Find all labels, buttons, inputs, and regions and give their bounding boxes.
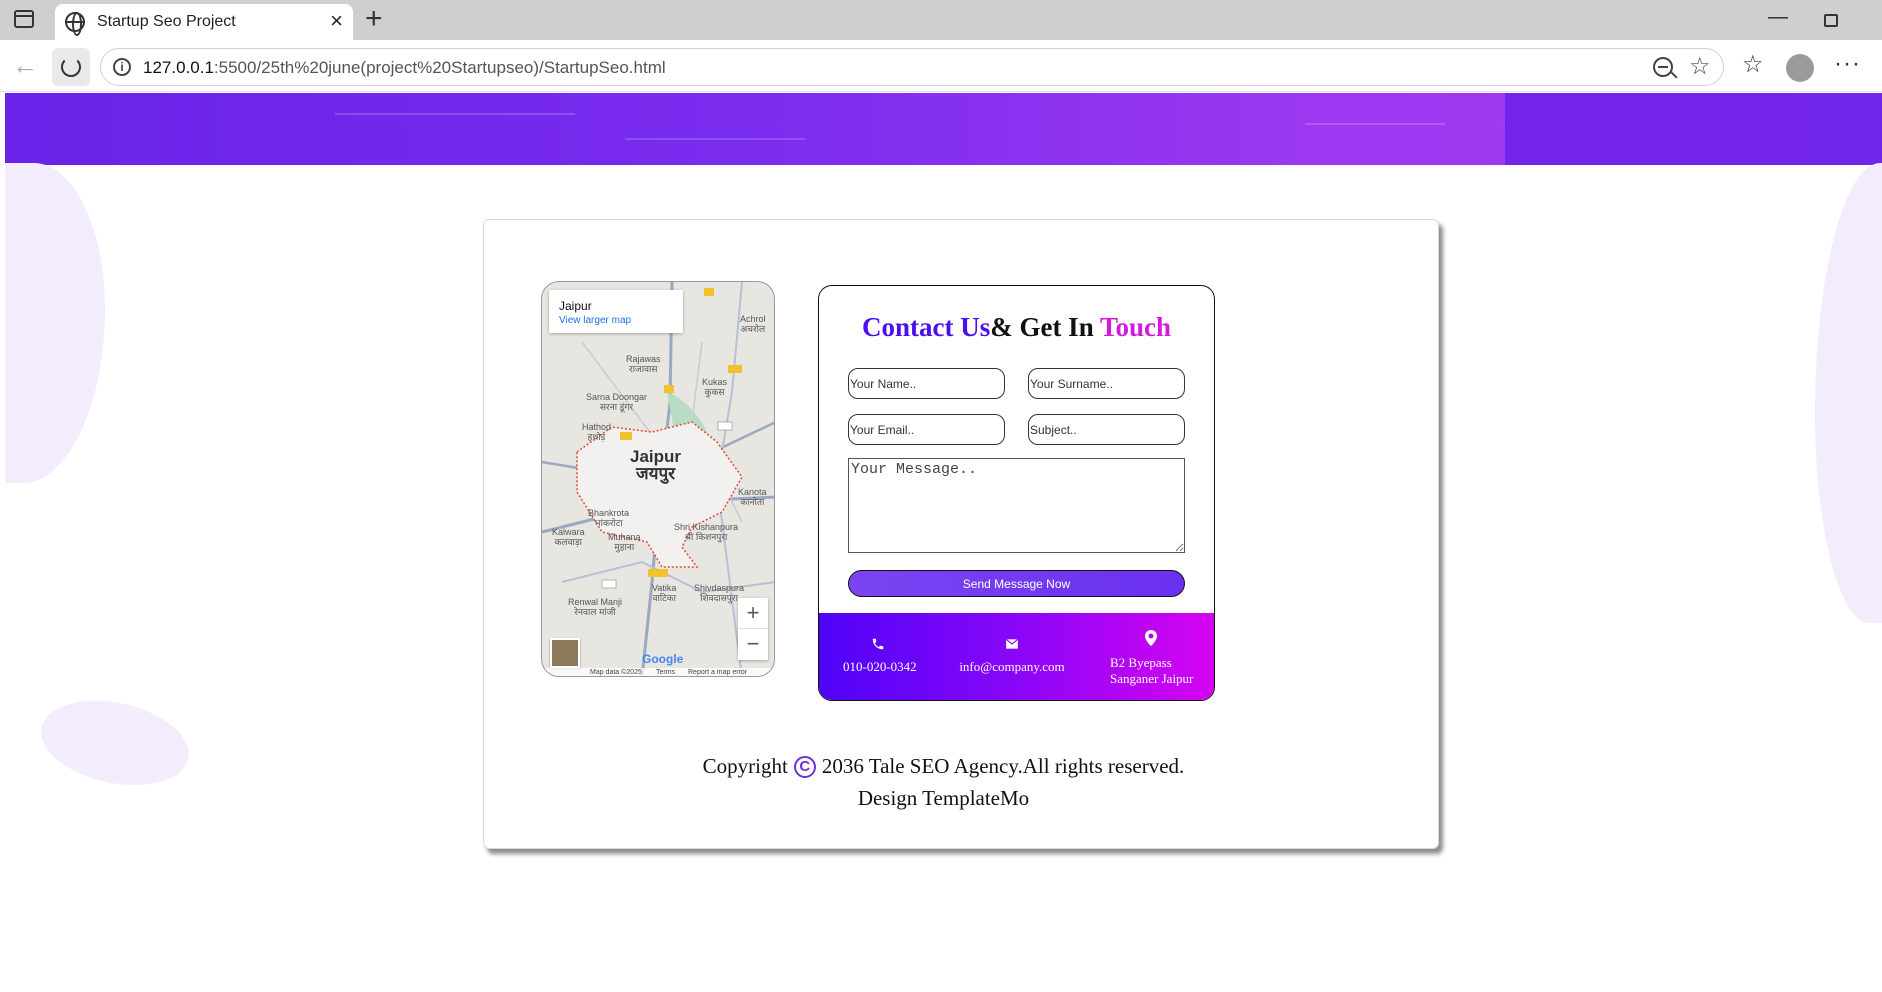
- copyright-icon: C: [793, 756, 816, 778]
- map-place-label: Shri Kishanpura श्री किशनपुरा: [674, 522, 739, 542]
- map-place-label: Achrol अचरोल: [740, 314, 766, 334]
- address-info: B2 Byepass Sanganer Jaipur: [1107, 613, 1195, 687]
- url-text: 127.0.0.1:5500/25th%20june(project%20Sta…: [143, 58, 666, 78]
- contact-form: Contact Us& Get In Touch Send Message No…: [818, 285, 1215, 701]
- globe-icon: [65, 12, 85, 36]
- embedded-map[interactable]: Rajawas राजावास Achrol अचरोल Kukas कुकस Sar…: [541, 281, 775, 677]
- map-place-label: Hathod हथोड़: [582, 422, 612, 442]
- copyright-line: Copyright C 2036 Tale SEO Agency.All right…: [5, 754, 1882, 779]
- map-data-text: Map data ©2025: [590, 669, 642, 676]
- design-credit: Design TemplateMo: [857, 786, 1030, 810]
- url-field[interactable]: i 127.0.0.1:5500/25th%20june(project%20S…: [100, 48, 1724, 86]
- email-input[interactable]: [848, 414, 1005, 445]
- message-textarea[interactable]: [848, 458, 1185, 553]
- favorites-icon[interactable]: ☆: [1742, 50, 1764, 79]
- address-line-2: Sanganer Jaipur: [1110, 671, 1194, 686]
- tab-close-icon[interactable]: ×: [330, 9, 343, 33]
- hero-banner: [5, 93, 1882, 165]
- contact-info-bar: 010-020-0342 info@company.com B2 Byepass…: [819, 613, 1214, 700]
- background-blob: [33, 688, 197, 798]
- address-line-1: B2 Byepass: [1110, 655, 1172, 670]
- contact-title: Contact Us& Get In Touch: [819, 312, 1214, 343]
- phone-icon: [872, 638, 884, 650]
- hero-decoration: [335, 113, 575, 115]
- google-logo: Google: [642, 652, 684, 666]
- reload-icon: [61, 57, 81, 77]
- url-path: :5500/25th%20june(project%20Startupseo)/…: [213, 58, 666, 77]
- map-place-label: Renwal Manji रेनवाल मांजी: [568, 597, 623, 617]
- map-place-label: Vatika वाटिका: [652, 583, 677, 603]
- zoom-out-icon[interactable]: [1653, 57, 1673, 77]
- sidebar-toggle-icon[interactable]: [14, 10, 34, 28]
- browser-tab[interactable]: Startup Seo Project ×: [55, 4, 353, 40]
- site-info-icon[interactable]: i: [113, 58, 131, 76]
- map-attribution: Map data ©2025 Terms Report a map error: [542, 668, 774, 676]
- copyright-prefix: Copyright: [702, 754, 788, 778]
- map-place-label: Kalwara कलवाड़ा: [552, 527, 585, 547]
- restore-window-icon[interactable]: [1824, 14, 1838, 27]
- subject-input[interactable]: [1028, 414, 1185, 445]
- map-terms-link[interactable]: Terms: [656, 669, 675, 676]
- map-city-label: Jaipur जयपुर: [630, 447, 682, 483]
- map-zoom-controls: + −: [738, 598, 768, 660]
- map-info-box: Jaipur View larger map: [549, 290, 683, 333]
- reload-button[interactable]: [52, 48, 90, 86]
- phone-number: 010-020-0342: [843, 659, 917, 674]
- hero-decoration: [1305, 123, 1445, 125]
- map-info-title: Jaipur: [559, 299, 592, 313]
- minimize-icon[interactable]: —: [1768, 6, 1788, 29]
- url-host: 127.0.0.1: [143, 58, 214, 77]
- view-larger-map-link[interactable]: View larger map: [559, 315, 631, 326]
- map-place-label: Bhankrota भांकरोटा: [588, 508, 630, 528]
- copyright-text: 2036 Tale SEO Agency.All rights reserved…: [821, 754, 1185, 778]
- email-info: info@company.com: [959, 613, 1065, 675]
- browser-tab-bar: Startup Seo Project × + —: [0, 0, 1882, 40]
- profile-avatar[interactable]: [1786, 54, 1814, 82]
- hero-decoration: [625, 138, 805, 140]
- map-pin-icon: [1145, 630, 1157, 646]
- zoom-in-button[interactable]: +: [738, 598, 768, 629]
- bookmark-star-icon[interactable]: ☆: [1689, 52, 1711, 81]
- new-tab-icon[interactable]: +: [365, 2, 383, 36]
- tab-title: Startup Seo Project: [97, 13, 236, 30]
- map-place-label: Sarna Doongar सरना डूंगर: [586, 392, 648, 412]
- email-address: info@company.com: [959, 659, 1065, 674]
- phone-info: 010-020-0342: [843, 613, 917, 675]
- map-place-label: Shivdaspura शिवदासपुरा: [694, 583, 745, 603]
- title-get-in: & Get In: [990, 312, 1100, 342]
- envelope-icon: [1005, 638, 1019, 649]
- background-blob: [5, 163, 105, 483]
- title-touch: Touch: [1099, 312, 1172, 342]
- map-place-label: Kanota कानोता: [738, 487, 767, 507]
- background-blob: [1815, 163, 1882, 623]
- name-input[interactable]: [848, 368, 1005, 399]
- browser-address-bar: ← i 127.0.0.1:5500/25th%20june(project%2…: [0, 40, 1882, 92]
- map-report-link[interactable]: Report a map error: [688, 669, 747, 676]
- back-arrow-icon[interactable]: ←: [12, 50, 38, 80]
- map-place-label: Rajawas राजावास: [626, 354, 661, 374]
- surname-input[interactable]: [1028, 368, 1185, 399]
- more-options-icon[interactable]: ···: [1834, 50, 1861, 78]
- zoom-out-button[interactable]: −: [738, 629, 768, 660]
- send-message-button[interactable]: Send Message Now: [848, 570, 1185, 597]
- map-place-label: Kukas कुकस: [702, 377, 728, 397]
- title-contact-us: Contact Us: [861, 312, 991, 342]
- map-place-label: Muhana मुहाना: [608, 532, 641, 552]
- page-viewport: Rajawas राजावास Achrol अचरोल Kukas कुकस Sar…: [5, 93, 1882, 992]
- satellite-toggle[interactable]: [550, 638, 580, 668]
